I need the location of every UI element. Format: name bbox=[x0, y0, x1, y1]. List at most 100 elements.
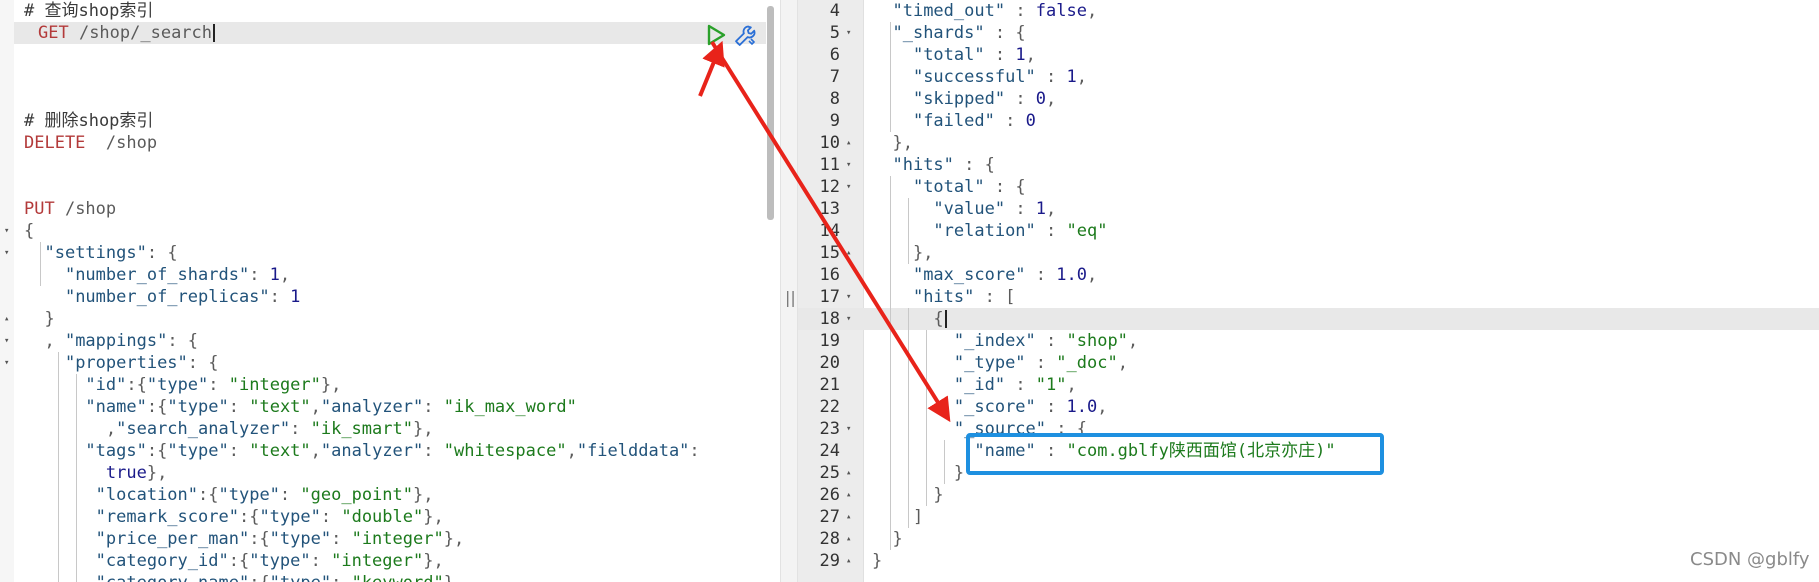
code-token: : bbox=[689, 441, 700, 461]
request-editor-pane[interactable]: # 查询shop索引 GET /shop/_search # 删除shop索引 DEL… bbox=[0, 0, 780, 582]
code-token: # 删除shop索引 bbox=[24, 111, 154, 131]
left-line[interactable]: ▾{ bbox=[0, 220, 780, 242]
code-token: "type" bbox=[249, 551, 311, 571]
left-line[interactable]: # 查询shop索引 bbox=[0, 0, 780, 22]
play-icon[interactable] bbox=[706, 24, 726, 46]
left-line[interactable]: "price_per_man":{"type": "integer"}, bbox=[0, 528, 780, 550]
code-token: :{ bbox=[228, 551, 250, 571]
code-text[interactable]: # 查询shop索引 bbox=[24, 0, 153, 22]
code-text[interactable]: ,"search_analyzer": "ik_smart"}, bbox=[24, 418, 434, 440]
request-editor-scrollbar[interactable] bbox=[767, 6, 774, 220]
left-line[interactable]: "remark_score":{"type": "double"}, bbox=[0, 506, 780, 528]
code-text[interactable]: "id":{"type": "integer"}, bbox=[24, 374, 341, 396]
code-text[interactable]: "tags":{"type": "text","analyzer": "whit… bbox=[24, 440, 700, 462]
right-line: 11 ▾ "hits" : { bbox=[798, 154, 1819, 176]
fold-expand-icon[interactable]: ▴ bbox=[846, 550, 851, 572]
left-line[interactable]: "category_id":{"type": "integer"}, bbox=[0, 550, 780, 572]
left-line[interactable]: ▾ "settings": { bbox=[0, 242, 780, 264]
left-line[interactable] bbox=[0, 66, 780, 88]
response-viewer-pane[interactable]: 4 "timed_out" : false, 5 ▾ "_shards" : {6 … bbox=[798, 0, 1819, 582]
left-line[interactable] bbox=[0, 154, 780, 176]
left-line[interactable]: # 删除shop索引 bbox=[0, 110, 780, 132]
pane-splitter[interactable]: || bbox=[780, 0, 798, 582]
code-text[interactable]: DELETE /shop bbox=[24, 132, 157, 154]
right-line: 18 ▾ { bbox=[798, 308, 1819, 330]
code-text[interactable]: "location":{"type": "geo_point"}, bbox=[24, 484, 434, 506]
fold-expand-icon[interactable]: ▴ bbox=[4, 308, 9, 330]
code-text[interactable]: "number_of_shards": 1, bbox=[24, 264, 290, 286]
left-line[interactable] bbox=[0, 44, 780, 66]
code-text[interactable]: "price_per_man":{"type": "integer"}, bbox=[24, 528, 465, 550]
code-token: : bbox=[310, 551, 332, 571]
code-token: true bbox=[105, 463, 147, 483]
code-token: "number_of_shards" bbox=[64, 265, 250, 285]
fold-collapse-icon[interactable]: ▾ bbox=[846, 308, 851, 330]
code-token: }, bbox=[423, 551, 444, 571]
fold-expand-icon[interactable]: ▴ bbox=[846, 484, 851, 506]
left-line[interactable]: ,"search_analyzer": "ik_smart"}, bbox=[0, 418, 780, 440]
left-line[interactable]: ▾ , "mappings": { bbox=[0, 330, 780, 352]
code-text[interactable]: "number_of_replicas": 1 bbox=[24, 286, 300, 308]
left-line[interactable]: "name":{"type": "text","analyzer": "ik_m… bbox=[0, 396, 780, 418]
code-text[interactable]: "properties": { bbox=[24, 352, 219, 374]
left-line[interactable]: "tags":{"type": "text","analyzer": "whit… bbox=[0, 440, 780, 462]
left-line[interactable]: "category_name":{"type": "keyword"}, bbox=[0, 572, 780, 582]
fold-collapse-icon[interactable]: ▾ bbox=[4, 330, 9, 352]
code-text[interactable]: "name":{"type": "text","analyzer": "ik_m… bbox=[24, 396, 576, 418]
wrench-icon[interactable] bbox=[733, 24, 757, 48]
code-text[interactable]: { bbox=[24, 220, 34, 242]
code-token: "value" bbox=[933, 199, 1006, 219]
fold-expand-icon[interactable]: ▴ bbox=[846, 462, 851, 484]
code-text[interactable]: "remark_score":{"type": "double"}, bbox=[24, 506, 444, 528]
fold-collapse-icon[interactable]: ▾ bbox=[846, 418, 851, 440]
line-number: 18 bbox=[819, 309, 840, 329]
left-line[interactable]: true}, bbox=[0, 462, 780, 484]
right-line: 16 "max_score" : 1.0, bbox=[798, 264, 1819, 286]
fold-collapse-icon[interactable]: ▾ bbox=[846, 22, 851, 44]
code-text[interactable]: PUT /shop bbox=[24, 198, 116, 220]
fold-collapse-icon[interactable]: ▾ bbox=[4, 352, 9, 374]
code-text[interactable]: } bbox=[24, 308, 54, 330]
left-line[interactable] bbox=[0, 88, 780, 110]
code-token: , bbox=[1127, 331, 1139, 351]
code-token: : bbox=[1035, 331, 1067, 351]
code-text[interactable]: "settings": { bbox=[24, 242, 177, 264]
fold-expand-icon[interactable]: ▴ bbox=[846, 132, 851, 154]
code-token: , bbox=[310, 397, 321, 417]
left-line[interactable] bbox=[0, 176, 780, 198]
left-line[interactable]: PUT /shop bbox=[0, 198, 780, 220]
code-text[interactable]: , "mappings": { bbox=[24, 330, 198, 352]
left-line[interactable]: "number_of_shards": 1, bbox=[0, 264, 780, 286]
code-text: "value" : 1, bbox=[872, 198, 1056, 220]
fold-collapse-icon[interactable]: ▾ bbox=[4, 242, 9, 264]
left-line[interactable]: ▴ } bbox=[0, 308, 780, 330]
code-text[interactable]: "category_id":{"type": "integer"}, bbox=[24, 550, 444, 572]
left-line[interactable]: DELETE /shop bbox=[0, 132, 780, 154]
fold-collapse-icon[interactable]: ▾ bbox=[846, 154, 851, 176]
left-line[interactable]: "location":{"type": "geo_point"}, bbox=[0, 484, 780, 506]
code-text[interactable]: true}, bbox=[24, 462, 167, 484]
fold-collapse-icon[interactable]: ▾ bbox=[846, 286, 851, 308]
fold-expand-icon[interactable]: ▴ bbox=[846, 506, 851, 528]
code-text[interactable]: # 删除shop索引 bbox=[24, 110, 153, 132]
code-token: 0 bbox=[1035, 89, 1047, 109]
code-token: } bbox=[872, 463, 965, 483]
left-line[interactable]: ▾ "properties": { bbox=[0, 352, 780, 374]
fold-expand-icon[interactable]: ▴ bbox=[846, 528, 851, 550]
left-line[interactable]: "number_of_replicas": 1 bbox=[0, 286, 780, 308]
fold-collapse-icon[interactable]: ▾ bbox=[846, 176, 851, 198]
code-text[interactable]: GET /shop/_search bbox=[38, 22, 216, 44]
fold-expand-icon[interactable]: ▴ bbox=[846, 242, 851, 264]
left-line[interactable]: "id":{"type": "integer"}, bbox=[0, 374, 780, 396]
left-line[interactable]: GET /shop/_search bbox=[14, 22, 766, 44]
code-text[interactable]: "category_name":{"type": "keyword"}, bbox=[24, 572, 465, 582]
fold-collapse-icon[interactable]: ▾ bbox=[4, 220, 9, 242]
splitter-grip[interactable]: || bbox=[785, 288, 796, 307]
code-text: "successful" : 1, bbox=[872, 66, 1087, 88]
code-token: "analyzer" bbox=[320, 441, 424, 461]
